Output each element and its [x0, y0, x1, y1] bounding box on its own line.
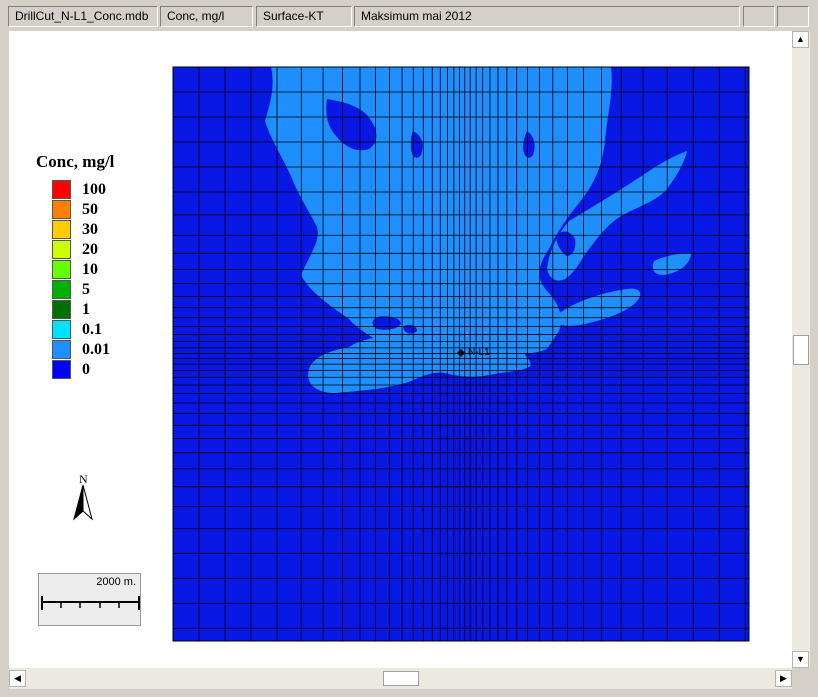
legend-label: 1: [82, 301, 90, 318]
legend-swatch: [52, 280, 71, 299]
north-arrow: [73, 484, 93, 521]
tab-period[interactable]: Maksimum mai 2012: [354, 6, 740, 27]
site-label: N-L1: [468, 347, 490, 358]
scroll-down-button[interactable]: ▼: [792, 651, 809, 668]
legend-swatch: [52, 320, 71, 339]
scale-bar: 2000 m.: [38, 573, 141, 626]
north-label: N: [79, 472, 88, 486]
legend-label: 30: [82, 221, 98, 238]
scrollbar-corner: [792, 668, 810, 689]
vertical-scrollbar[interactable]: ▲ ▼: [792, 31, 810, 668]
north-arrow-right-half: [73, 484, 84, 521]
legend-label: 5: [82, 281, 90, 298]
legend-swatch: [52, 260, 71, 279]
tab-layer[interactable]: Surface-KT: [256, 6, 352, 27]
status-panel-empty-1: [743, 6, 775, 27]
map-view[interactable]: Conc, mg/l 100 50 30 20 10 5 1 0.1 0.01 0 N 2000 …: [9, 31, 792, 668]
legend-label: 0.1: [82, 321, 102, 338]
legend-label: 20: [82, 241, 98, 258]
status-panel-empty-2: [777, 6, 809, 27]
scroll-up-button[interactable]: ▲: [792, 31, 809, 48]
legend-label: 0.01: [82, 341, 110, 358]
north-arrow-left-half: [82, 484, 93, 521]
legend-label: 10: [82, 261, 98, 278]
tab-database[interactable]: DrillCut_N-L1_Conc.mdb: [8, 6, 158, 27]
tab-quantity[interactable]: Conc, mg/l: [160, 6, 253, 27]
legend-label: 100: [82, 181, 106, 198]
legend-label: 0: [82, 361, 90, 378]
legend-swatch: [52, 360, 71, 379]
horizontal-scroll-thumb[interactable]: [382, 671, 419, 686]
legend-swatch: [52, 180, 71, 199]
legend-label: 50: [82, 201, 98, 218]
horizontal-scrollbar[interactable]: ◀ ▶: [9, 668, 792, 689]
scale-bar-ruler: [41, 596, 140, 610]
legend-title: Conc, mg/l: [36, 152, 115, 171]
legend-swatch: [52, 300, 71, 319]
legend-swatch: [52, 200, 71, 219]
scroll-left-button[interactable]: ◀: [9, 670, 26, 687]
scroll-right-button[interactable]: ▶: [775, 670, 792, 687]
legend-swatch: [52, 240, 71, 259]
legend-swatch: [52, 220, 71, 239]
status-bar: DrillCut_N-L1_Conc.mdb Conc, mg/l Surfac…: [0, 0, 818, 30]
legend-swatch: [52, 340, 71, 359]
vertical-scroll-thumb[interactable]: [793, 334, 809, 365]
